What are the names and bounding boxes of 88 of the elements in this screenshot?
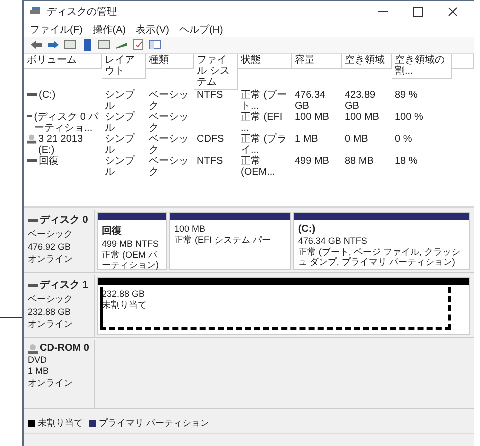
drive-icon	[28, 281, 38, 289]
column-header[interactable]: ボリューム	[24, 54, 102, 69]
table-cell: 100 MB	[345, 112, 380, 123]
partition[interactable]: 232.88 GB 未割り当て	[97, 277, 470, 335]
table-cell: (ディスク 0 パーティショ...	[34, 112, 99, 134]
disk-name: ディスク 1	[40, 279, 88, 292]
window-title: ディスクの管理	[47, 6, 118, 19]
disk-info: DVD	[28, 355, 48, 365]
table-cell: 0 MB	[345, 134, 368, 145]
disk-info: 1 MB	[28, 366, 50, 376]
partition-size: 499 MB NTFS	[102, 239, 160, 249]
column-header[interactable]: 空き領域の割...	[392, 54, 452, 79]
table-cell: 100 %	[395, 112, 424, 123]
disk-info: 476.92 GB	[28, 242, 72, 252]
column-header[interactable]: レイアウト	[102, 54, 146, 79]
partition-size: 100 MB	[174, 224, 207, 234]
table-cell-text: シンプル	[105, 112, 136, 134]
table-cell-text: ベーシック	[149, 112, 190, 134]
table-cell: 1 MB	[295, 134, 318, 145]
table-cell: (C:)	[39, 90, 56, 101]
disk-name: ディスク 0	[40, 214, 88, 227]
table-cell: 499 MB	[295, 156, 330, 167]
leader-line	[0, 317, 22, 318]
table-cell-text: ベーシック	[149, 156, 190, 178]
maximize-icon	[413, 7, 423, 17]
drive-icon	[28, 216, 38, 224]
table-cell: NTFS	[197, 90, 224, 101]
table-cell-text: 3 21 2013 (E:)	[38, 134, 84, 156]
column-header[interactable]: ファイル システム	[194, 54, 238, 90]
cd-drive-icon	[27, 134, 37, 144]
disk-info: ベーシック	[28, 293, 74, 306]
partition-size: 476.34 GB NTFS	[298, 236, 368, 246]
partition-title: (C:)	[298, 224, 317, 235]
table-cell: CDFS	[197, 134, 224, 145]
menu-item[interactable]: 表示(V)	[136, 23, 170, 37]
legend-label: プライマリ パーティション	[99, 416, 210, 430]
table-cell-text: 正常 (EFI ...	[241, 112, 283, 134]
disk-info: オンライン	[28, 318, 74, 331]
column-header[interactable]: 空き領域	[342, 54, 392, 69]
cd-drive-icon	[28, 344, 38, 354]
table-cell: 回復	[39, 156, 59, 167]
column-header[interactable]: 種類	[146, 54, 194, 69]
partition-size: 232.88 GB	[102, 289, 146, 299]
menu-item[interactable]: ヘルプ(H)	[179, 23, 224, 37]
partition[interactable]: 100 MB 正常 (EFI システム パー	[169, 212, 292, 270]
column-header[interactable]: 容量	[292, 54, 342, 69]
partition-status: 正常 (EFI システム パー	[174, 235, 272, 245]
forward-icon[interactable]	[47, 39, 60, 51]
disk-info: オンライン	[28, 253, 74, 266]
table-cell-text: ベーシック	[149, 134, 190, 156]
drive-icon	[27, 156, 37, 164]
table-cell-text: シンプル	[105, 156, 136, 178]
table-cell-text: 423.89 GB	[345, 90, 377, 112]
column-header[interactable]: 状態	[238, 54, 292, 69]
partition[interactable]: (C:) 476.34 GB NTFS 正常 (ブート, ページ ファイル, クラッシュ ダンプ, プライマリ パーティション)	[293, 212, 470, 270]
table-cell-text: ベーシック	[149, 90, 190, 112]
panel-icon[interactable]	[64, 39, 77, 51]
table-cell: 89 %	[395, 90, 418, 101]
menu-item[interactable]: 操作(A)	[92, 23, 126, 37]
table-cell-text: 正常 (OEM...	[241, 156, 276, 178]
table-cell: 88 MB	[345, 156, 374, 167]
drive-icon	[27, 90, 37, 98]
table-cell-text: シンプル	[105, 134, 136, 156]
panel-icon[interactable]	[98, 39, 111, 51]
table-cell: NTFS	[197, 156, 224, 167]
app-icon	[30, 7, 42, 17]
partition-status: 正常 (ブート, ページ ファイル, クラッシュ ダンプ, プライマリ パーティション)	[298, 247, 462, 267]
disk-info: オンライン	[28, 377, 74, 390]
disk-info: 232.88 GB	[28, 307, 72, 317]
back-icon[interactable]	[30, 39, 43, 51]
partition-title: 回復	[102, 224, 123, 238]
close-icon	[448, 7, 458, 17]
partition-status: 未割り当て	[102, 300, 148, 310]
table-cell: 100 MB	[295, 112, 330, 123]
table-cell-text: シンプル	[105, 90, 136, 112]
window-icon[interactable]	[149, 39, 162, 51]
checklist-icon[interactable]	[132, 39, 145, 51]
table-cell: 0 %	[395, 134, 412, 145]
partition[interactable]: 回復 499 MB NTFS 正常 (OEM パーティション)	[97, 212, 168, 270]
table-cell-text: 476.34 GB	[295, 90, 327, 112]
table-cell-text: 正常 (プライ...	[241, 134, 288, 156]
disk-info: ベーシック	[28, 228, 74, 241]
partition-status: 正常 (OEM パーティション)	[102, 250, 160, 270]
disk-name: CD-ROM 0	[40, 343, 90, 354]
table-cell-text: 正常 (ブート...	[241, 90, 288, 112]
table-cell: 18 %	[395, 156, 418, 167]
legend-label: 未割り当て	[38, 416, 83, 430]
menu-item[interactable]: ファイル(F)	[30, 23, 83, 37]
